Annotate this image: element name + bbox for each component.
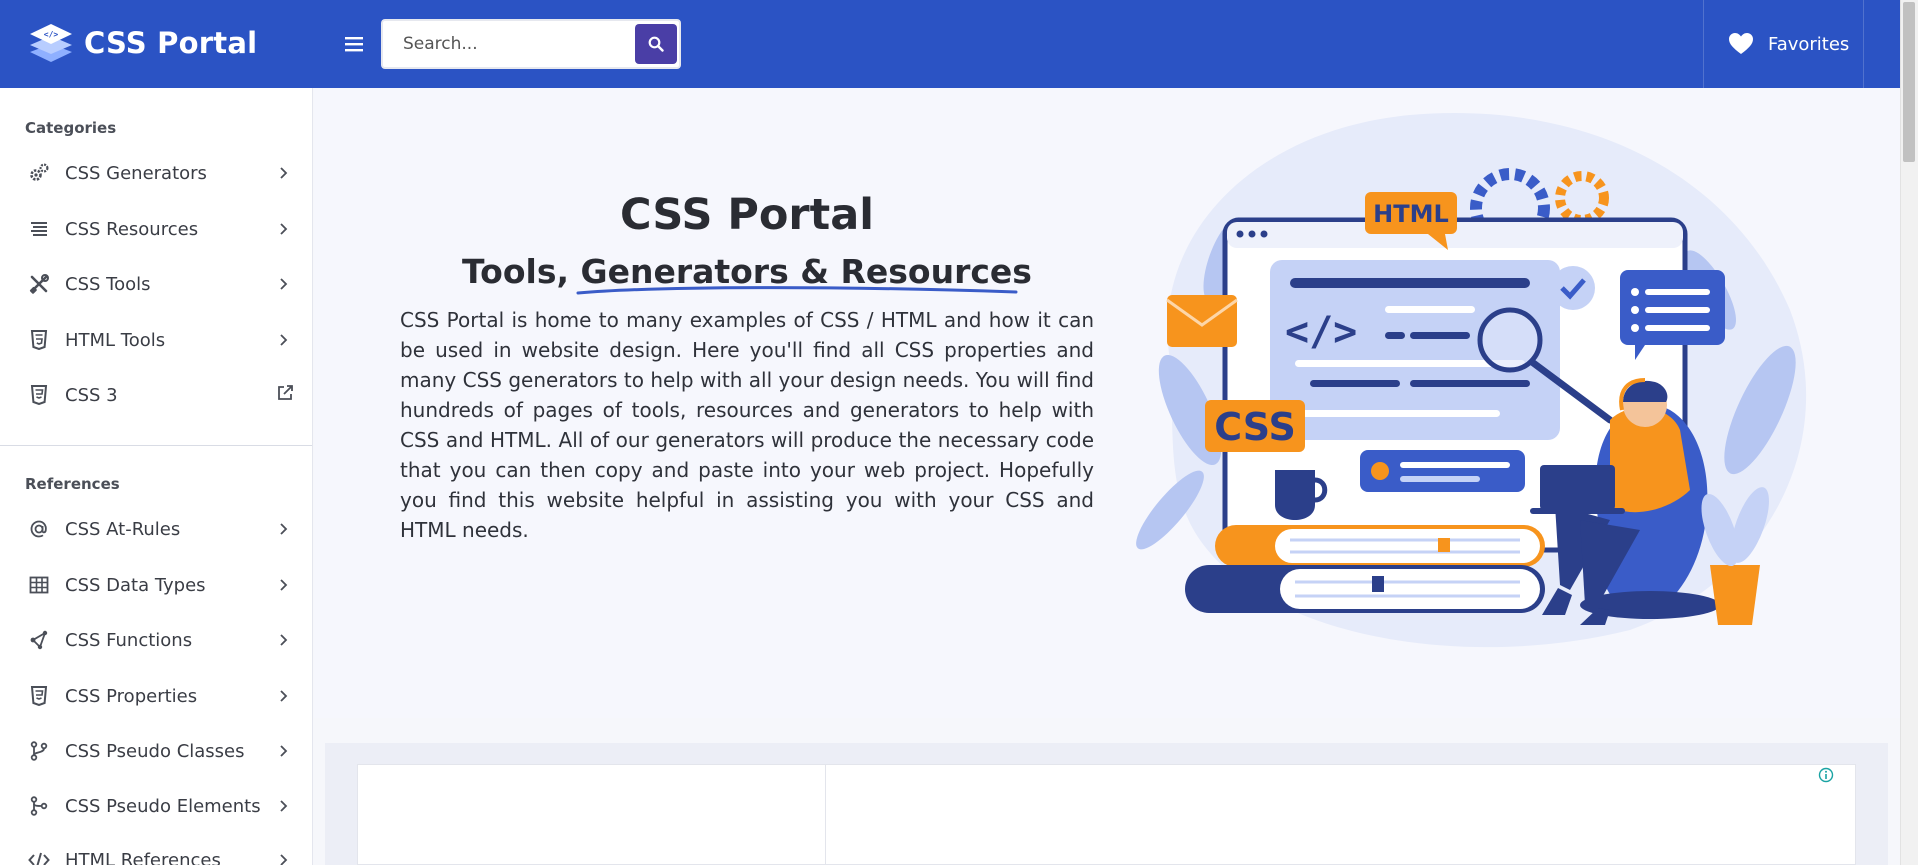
subtitle-underline (576, 286, 1018, 295)
sidebar-item-label: CSS Data Types (65, 574, 206, 596)
chevron-right-icon (280, 800, 288, 812)
chevron-right-icon (280, 854, 288, 865)
scrollbar-thumb[interactable] (1903, 2, 1915, 162)
code-icon (27, 848, 51, 865)
git-fork-icon (27, 794, 51, 818)
hamburger-icon (345, 37, 363, 52)
sidebar-item-label: CSS Functions (65, 629, 193, 651)
heart-icon (1729, 33, 1753, 54)
chevron-right-icon (280, 223, 288, 235)
sidebar-item-css-tools[interactable]: CSS Tools (0, 260, 312, 308)
sidebar-item-css-properties[interactable]: CSS Properties (0, 672, 312, 720)
sidebar-item-html-tools[interactable]: HTML Tools (0, 316, 312, 364)
categories-heading: Categories (25, 119, 117, 137)
html5-icon (27, 328, 51, 352)
table-icon (27, 573, 51, 597)
chevron-right-icon (280, 745, 288, 757)
tools-icon (27, 272, 51, 296)
search-input[interactable] (383, 21, 633, 67)
hero-illustration: </> HTML CSS (1136, 113, 1807, 648)
gears-icon (27, 161, 51, 185)
css3-icon (27, 684, 51, 708)
sidebar-item-label: CSS Properties (65, 685, 198, 707)
sidebar-item-css-generators[interactable]: CSS Generators (0, 149, 312, 197)
sidebar-divider (0, 445, 312, 446)
sidebar-item-html-references[interactable]: HTML References (0, 836, 312, 865)
favorites-label: Favorites (1768, 33, 1850, 55)
info-icon[interactable] (1818, 767, 1834, 783)
intro-paragraph: CSS Portal is home to many examples of C… (400, 308, 1094, 542)
sidebar-item-label: CSS 3 (65, 384, 118, 406)
references-heading: References (25, 475, 120, 493)
sidebar-item-css-functions[interactable]: CSS Functions (0, 616, 312, 664)
advertisement-frame[interactable] (357, 764, 1856, 865)
chevron-right-icon (280, 579, 288, 591)
css3-icon (27, 383, 51, 407)
sidebar-item-label: CSS Tools (65, 273, 151, 295)
at-sign-icon (27, 517, 51, 541)
search-box (381, 19, 681, 69)
sidebar-item-css-at-rules[interactable]: CSS At-Rules (0, 505, 312, 553)
sidebar-item-label: CSS At-Rules (65, 518, 181, 540)
sidebar-item-label: HTML Tools (65, 329, 166, 351)
external-link-icon (278, 385, 293, 400)
sidebar-item-label: CSS Resources (65, 218, 199, 240)
search-icon (648, 36, 664, 52)
svg-text:HTML: HTML (1373, 200, 1449, 228)
favorites-button[interactable]: Favorites (1703, 0, 1864, 88)
layers-code-icon: </> (30, 24, 72, 62)
chevron-right-icon (280, 690, 288, 702)
sidebar-item-label: CSS Pseudo Classes (65, 740, 245, 762)
list-lines-icon (27, 217, 51, 241)
sidebar-item-label: CSS Generators (65, 162, 207, 184)
sidebar-item-label: CSS Pseudo Elements (65, 795, 261, 817)
svg-text:</>: </> (1285, 309, 1357, 355)
sidebar: Categories CSS Generators CSS Resources (0, 88, 313, 865)
chevron-right-icon (280, 634, 288, 646)
sidebar-item-css-resources[interactable]: CSS Resources (0, 205, 312, 253)
chevron-right-icon (280, 334, 288, 346)
svg-text:CSS: CSS (1214, 405, 1296, 449)
sidebar-item-css-pseudo-elements[interactable]: CSS Pseudo Elements (0, 782, 312, 830)
search-button[interactable] (635, 24, 677, 64)
sidebar-item-label: HTML References (65, 849, 221, 865)
sidebar-item-css-pseudo-classes[interactable]: CSS Pseudo Classes (0, 727, 312, 775)
site-logo[interactable]: </> CSS Portal (28, 22, 257, 64)
svg-text:</>: </> (44, 30, 59, 39)
advertisement-divider (825, 764, 826, 865)
sidebar-item-css3[interactable]: CSS 3 (0, 371, 312, 419)
sidebar-item-css-data-types[interactable]: CSS Data Types (0, 561, 312, 609)
chevron-right-icon (280, 278, 288, 290)
function-nodes-icon (27, 628, 51, 652)
top-navbar: </> CSS Portal Favorites (0, 0, 1900, 88)
menu-toggle-button[interactable] (340, 30, 368, 58)
chevron-right-icon (280, 167, 288, 179)
git-branch-icon (27, 739, 51, 763)
chevron-right-icon (280, 523, 288, 535)
page-title: CSS Portal (620, 190, 874, 240)
logo-text: CSS Portal (84, 26, 258, 60)
